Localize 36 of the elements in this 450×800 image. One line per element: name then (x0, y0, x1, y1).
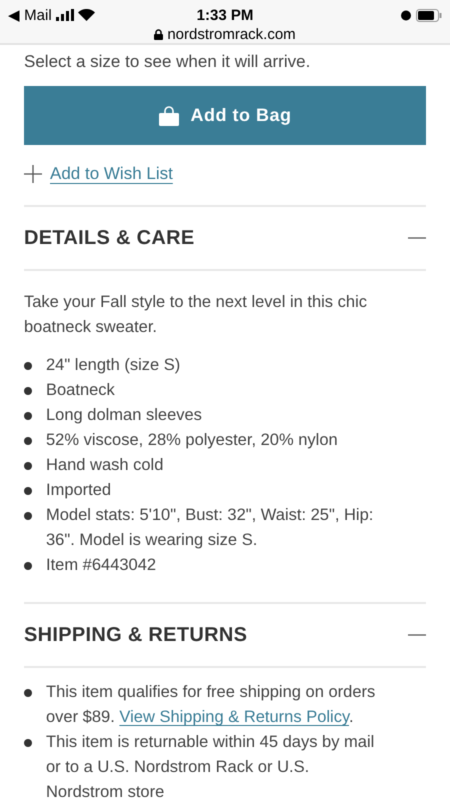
bullet-text: Item #6443042 (46, 555, 156, 576)
bullet-icon (24, 412, 32, 420)
bullet-icon (24, 437, 32, 445)
section-title: SHIPPING & RETURNS (24, 624, 248, 646)
bullet-text: Hand wash cold (46, 455, 164, 476)
site-url[interactable]: nordstromrack.com (167, 26, 296, 43)
bullet-text: Boatneck (46, 380, 115, 401)
shopping-bag-icon (158, 106, 178, 126)
bullet-text: This item is returnable within 45 days by mail or to a U.S. Nordstrom Rack or U.S. Nordstrom store (46, 732, 376, 800)
back-to-app[interactable]: ◀ Mail (8, 6, 52, 24)
wifi-icon (78, 9, 95, 21)
clock-time: 1:33 PM (196, 6, 254, 24)
add-to-bag-button[interactable]: Add to Bag (24, 86, 426, 145)
bullet-text: Model stats: 5'10", Bust: 32", Waist: 25", Hip: 36". Model is wearing size S. (46, 505, 374, 551)
bullet-text: This item qualifies for free shipping on orders over $89. View Shipping & Returns Policy. (46, 682, 376, 728)
lock-icon (154, 29, 164, 40)
signal-icon (56, 9, 74, 21)
add-to-wish-list-link[interactable]: Add to Wish List (50, 164, 173, 184)
section-title: DETAILS & CARE (24, 226, 194, 250)
bullet-icon (24, 689, 32, 697)
bullet-icon (24, 562, 32, 570)
policy-link[interactable]: View Shipping & Returns Policy (119, 708, 349, 726)
bullet-icon (24, 739, 32, 747)
plus-icon (24, 165, 42, 183)
bullet-text: 52% viscose, 28% polyester, 20% nylon (46, 430, 338, 451)
bullet-icon (24, 387, 32, 395)
description-text: Take your Fall style to the next level in this chic boatneck sweater. (24, 292, 368, 338)
bullet-text: 24" length (size S) (46, 355, 180, 376)
bullet-icon (24, 487, 32, 495)
bullet-text: Long dolman sleeves (46, 405, 202, 426)
battery-icon (416, 8, 442, 22)
bullet-icon (24, 462, 32, 470)
bullet-text: Imported (46, 480, 112, 501)
bullet-icon (24, 362, 32, 370)
bullet-icon (24, 512, 32, 520)
delivery-note: Select a size to see when it will arrive. (24, 52, 312, 72)
